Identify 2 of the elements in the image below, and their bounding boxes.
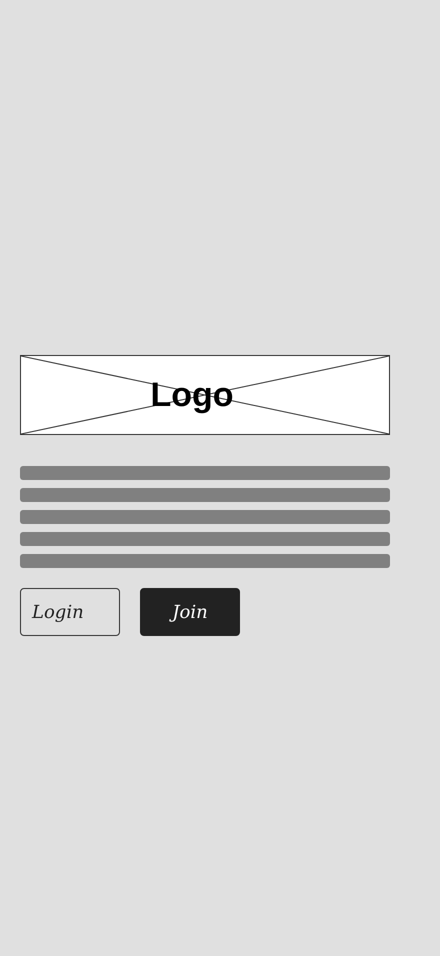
join-button[interactable]: Join [140, 588, 240, 636]
login-button[interactable]: Login [20, 588, 120, 636]
